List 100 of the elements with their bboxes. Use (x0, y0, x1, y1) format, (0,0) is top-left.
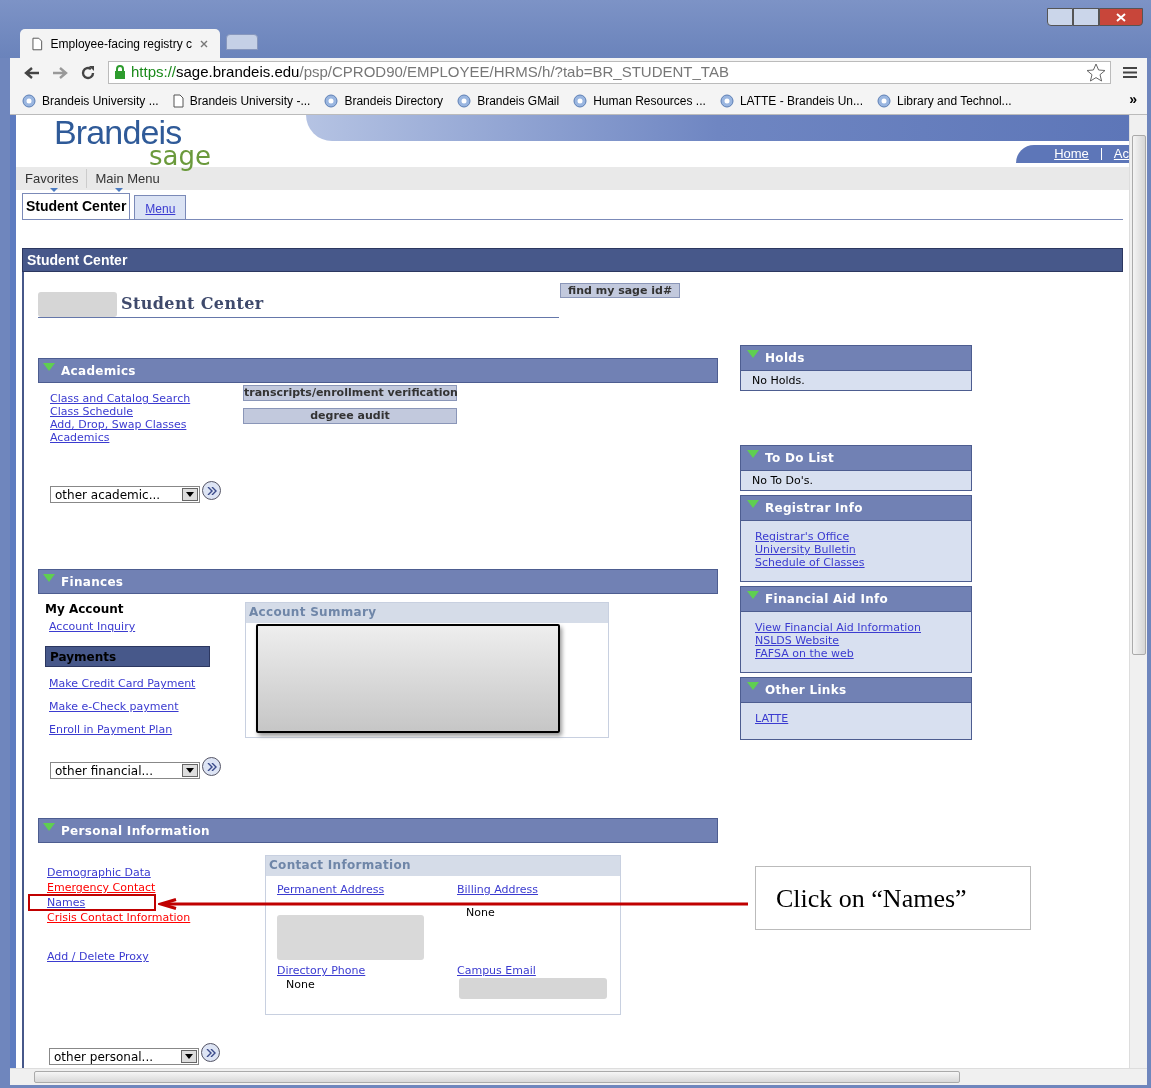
bookmark[interactable]: Brandeis University -... (172, 91, 311, 110)
link[interactable]: View Financial Aid Information (755, 621, 921, 634)
link[interactable]: University Bulletin (755, 543, 856, 556)
globe-icon (324, 93, 339, 108)
bookmark[interactable]: Brandeis Directory (324, 91, 444, 110)
caret-icon (186, 492, 194, 497)
link[interactable]: Add / Delete Proxy (47, 950, 149, 963)
link[interactable]: Names (47, 895, 86, 910)
caret-icon (186, 768, 194, 773)
link[interactable]: NSLDS Website (755, 634, 840, 647)
link[interactable]: Class Schedule (50, 405, 133, 418)
page-icon (172, 93, 184, 108)
scrollbar-thumb[interactable] (1132, 135, 1146, 655)
action-button[interactable]: transcripts/enrollment verification (243, 385, 457, 401)
vertical-scrollbar[interactable] (1129, 115, 1147, 1068)
action-button[interactable]: degree audit (243, 408, 457, 424)
section-header[interactable]: Personal Information (38, 818, 718, 843)
link[interactable]: Add, Drop, Swap Classes (50, 418, 187, 431)
menu-icon (1123, 66, 1137, 79)
triangle-icon (747, 500, 759, 508)
bookmark[interactable]: LATTE - Brandeis Un... (719, 91, 864, 110)
section-header[interactable]: Finances (38, 569, 718, 594)
panel-title: Contact Information (266, 856, 620, 876)
find-id-button[interactable]: find my sage id# (560, 283, 681, 298)
header-link[interactable]: Ac (1113, 144, 1129, 164)
link[interactable]: Registrar's Office (755, 530, 850, 543)
section-header[interactable]: Academics (38, 358, 718, 383)
panel-header[interactable]: To Do List (741, 446, 971, 471)
panel-header[interactable]: Registrar Info (741, 496, 971, 521)
link[interactable]: Enroll in Payment Plan (49, 723, 173, 736)
address-bar[interactable]: https://sage.brandeis.edu/psp/CPROD90/EMPLOYEE/HRMS/h/?tab=BR_STUDENT_TAB (108, 61, 1111, 84)
panel-title: Account Summary (246, 603, 608, 623)
horizontal-scrollbar[interactable] (10, 1068, 1147, 1085)
star-icon (1086, 63, 1106, 82)
link[interactable]: Make e-Check payment (49, 700, 179, 713)
link[interactable]: Class and Catalog Search (50, 392, 191, 405)
link[interactable]: Billing Address (457, 883, 539, 896)
link[interactable]: Schedule of Classes (755, 556, 865, 569)
bookmark[interactable]: Brandeis University ... (22, 91, 159, 110)
minimize-button[interactable] (1047, 8, 1073, 26)
panel-header[interactable]: Financial Aid Info (741, 587, 971, 612)
caret-icon (185, 1054, 193, 1059)
globe-icon (573, 93, 588, 108)
browser-tab[interactable]: Employee-facing registry c (20, 29, 220, 58)
scrollbar-thumb[interactable] (34, 1071, 960, 1083)
go-button[interactable] (202, 757, 221, 776)
link[interactable]: Academics (50, 431, 110, 444)
lock-icon (113, 65, 127, 80)
bookmark[interactable]: Human Resources ... (573, 91, 706, 110)
section-label: My Account (45, 601, 124, 618)
dropdown[interactable]: other financial... (50, 762, 200, 779)
bookmark[interactable]: Brandeis GMail (457, 91, 560, 110)
link[interactable]: LATTE (755, 712, 789, 725)
page-title-bar: Student Center (22, 248, 1123, 272)
triangle-icon (747, 591, 759, 599)
panel-header[interactable]: Other Links (741, 678, 971, 703)
back-icon (24, 65, 40, 80)
link[interactable]: Make Credit Card Payment (49, 677, 196, 690)
link[interactable]: Campus Email (457, 964, 536, 977)
page-heading: Student Center (121, 293, 264, 315)
reload-icon (80, 64, 96, 81)
tab[interactable]: Student Center (22, 193, 131, 219)
triangle-icon (43, 574, 55, 582)
close-window-button[interactable] (1099, 8, 1143, 26)
globe-icon (22, 93, 36, 108)
field-value: None (465, 905, 495, 921)
field-value: None (285, 977, 315, 993)
double-chevron-icon (205, 1048, 216, 1057)
close-icon (200, 39, 208, 48)
maximize-button[interactable] (1073, 8, 1099, 26)
link[interactable]: Emergency Contact (47, 880, 156, 895)
page-icon (32, 36, 43, 51)
close-icon (1116, 12, 1126, 22)
triangle-icon (747, 682, 759, 690)
go-button[interactable] (201, 1043, 220, 1062)
double-chevron-icon (206, 486, 217, 495)
triangle-icon (43, 823, 55, 831)
link[interactable]: Demographic Data (47, 865, 151, 880)
bookmark[interactable]: Library and Technol... (877, 91, 1012, 110)
double-chevron-icon (206, 762, 217, 771)
link[interactable]: Permanent Address (277, 883, 385, 896)
forward-icon (52, 65, 68, 80)
link[interactable]: FAFSA on the web (755, 647, 854, 660)
triangle-icon (747, 350, 759, 358)
tab[interactable]: Menu (134, 195, 187, 219)
panel-text: No Holds. (751, 373, 806, 389)
dropdown[interactable]: other academic... (50, 486, 200, 503)
url-text: https://sage.brandeis.edu/psp/CPROD90/EMPLOYEE/HRMS/h/?tab=BR_STUDENT_TAB (131, 62, 729, 83)
go-button[interactable] (202, 481, 221, 500)
panel-text: No To Do's. (751, 473, 814, 489)
header-link[interactable]: Home (1054, 144, 1089, 164)
link[interactable]: Directory Phone (277, 964, 366, 977)
panel-header[interactable]: Holds (741, 346, 971, 371)
payments-header: Payments (45, 646, 210, 667)
more-bookmarks-button[interactable]: » (1129, 89, 1137, 110)
globe-icon (719, 93, 734, 108)
link[interactable]: Crisis Contact Information (47, 910, 191, 925)
globe-icon (457, 93, 472, 108)
link[interactable]: Account Inquiry (49, 620, 136, 633)
dropdown[interactable]: other personal... (49, 1048, 199, 1065)
